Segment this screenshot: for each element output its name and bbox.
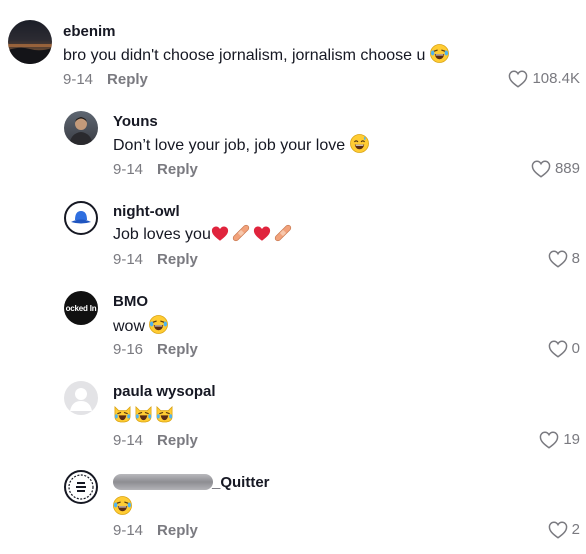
bandage-emoji-icon — [232, 224, 250, 248]
bucket-hat-icon — [71, 211, 91, 224]
avatar[interactable] — [64, 470, 98, 504]
laughing-tears-emoji-icon — [149, 315, 169, 340]
cat-tears-emoji-icon — [113, 405, 132, 429]
laughing-tears-emoji-icon — [113, 496, 132, 521]
cat-tears-emoji-icon — [155, 405, 174, 429]
comment-text: Don’t love your job, job your love — [113, 134, 369, 159]
sweat-smile-emoji-icon — [349, 134, 369, 159]
comment-text: Job loves you — [113, 224, 292, 248]
avatar-label: ocked In — [65, 303, 97, 313]
avatar[interactable] — [8, 20, 52, 64]
like-count: 19 — [563, 431, 580, 448]
like-button[interactable]: 108.4K — [508, 70, 580, 88]
comment-meta: 9-16 Reply — [113, 341, 198, 359]
username[interactable]: ebenim — [63, 23, 116, 41]
sunset-photo-icon — [8, 44, 52, 64]
comment-date: 9-14 — [113, 251, 144, 268]
heart-emoji-icon — [253, 225, 271, 248]
person-photo-icon — [69, 117, 93, 145]
heart-outline-icon — [539, 431, 559, 449]
username[interactable]: Youns — [113, 113, 158, 131]
comment-text: bro you didn't choose jornalism, jornali… — [63, 44, 449, 69]
reply-button[interactable]: Reply — [107, 71, 148, 88]
comment-meta: 9-14 Reply — [113, 522, 198, 540]
laughing-tears-emoji-icon — [429, 44, 449, 69]
comment-date: 9-14 — [113, 432, 144, 449]
default-user-icon — [70, 388, 92, 411]
username[interactable]: night-owl — [113, 203, 180, 221]
cat-tears-emoji-icon — [134, 405, 153, 429]
comment-paula-wysopal: paula wysopal 9-14 Reply 19 — [0, 375, 586, 455]
heart-outline-icon — [548, 521, 567, 539]
heart-outline-icon — [548, 250, 567, 268]
like-button[interactable]: 889 — [531, 160, 580, 178]
avatar[interactable] — [64, 381, 98, 415]
username[interactable]: BMO — [113, 293, 148, 311]
comment-youns: Youns Don’t love your job, job your love… — [0, 105, 586, 185]
comment-night-owl: night-owl Job loves you 9-14 Reply 8 — [0, 195, 586, 275]
comment-text-body: Job loves you — [113, 226, 211, 243]
like-count: 108.4K — [532, 70, 580, 87]
comment-meta: 9-14 Reply — [113, 161, 198, 179]
comment-date: 9-14 — [113, 161, 144, 178]
reply-button[interactable]: Reply — [157, 161, 198, 178]
comment-date: 9-16 — [113, 341, 144, 358]
avatar[interactable] — [64, 111, 98, 145]
comment-bmo: ocked In BMO wow 9-16 Reply 0 — [0, 285, 586, 365]
reply-button[interactable]: Reply — [157, 522, 198, 539]
username[interactable]: _Quitter — [212, 474, 270, 492]
comment-text-body: wow — [113, 318, 146, 335]
like-button[interactable]: 19 — [539, 431, 580, 449]
like-count: 0 — [571, 340, 580, 357]
redacted-username — [113, 474, 213, 490]
like-count: 2 — [571, 521, 580, 538]
bandage-emoji-icon — [274, 224, 292, 248]
badge-logo-icon — [68, 474, 94, 500]
comment-text — [113, 405, 174, 429]
comment-text: wow — [113, 315, 169, 340]
comment-text — [113, 496, 132, 521]
comment-date: 9-14 — [113, 522, 144, 539]
username[interactable]: paula wysopal — [113, 383, 216, 401]
comment-ebenim: ebenim bro you didn't choose jornalism, … — [0, 0, 586, 95]
like-count: 8 — [571, 250, 580, 267]
avatar[interactable] — [64, 201, 98, 235]
heart-outline-icon — [509, 70, 528, 88]
comment-meta: 9-14 Reply — [63, 71, 148, 89]
heart-outline-icon — [548, 340, 567, 358]
comment-meta: 9-14 Reply — [113, 251, 198, 269]
like-button[interactable]: 2 — [548, 521, 580, 539]
like-count: 889 — [554, 160, 580, 177]
reply-button[interactable]: Reply — [157, 341, 198, 358]
like-button[interactable]: 8 — [548, 250, 580, 268]
heart-outline-icon — [531, 160, 551, 178]
comment-text-body: bro you didn't choose jornalism, jornali… — [63, 47, 426, 64]
like-button[interactable]: 0 — [548, 340, 580, 358]
comment-date: 9-14 — [63, 71, 94, 88]
avatar[interactable]: ocked In — [64, 291, 98, 325]
reply-button[interactable]: Reply — [157, 432, 198, 449]
reply-button[interactable]: Reply — [157, 251, 198, 268]
comment-text-body: Don’t love your job, job your love — [113, 137, 346, 154]
comment-meta: 9-14 Reply — [113, 432, 198, 450]
heart-emoji-icon — [211, 225, 229, 248]
comment-quitter: _Quitter 9-14 Reply 2 — [0, 466, 586, 554]
